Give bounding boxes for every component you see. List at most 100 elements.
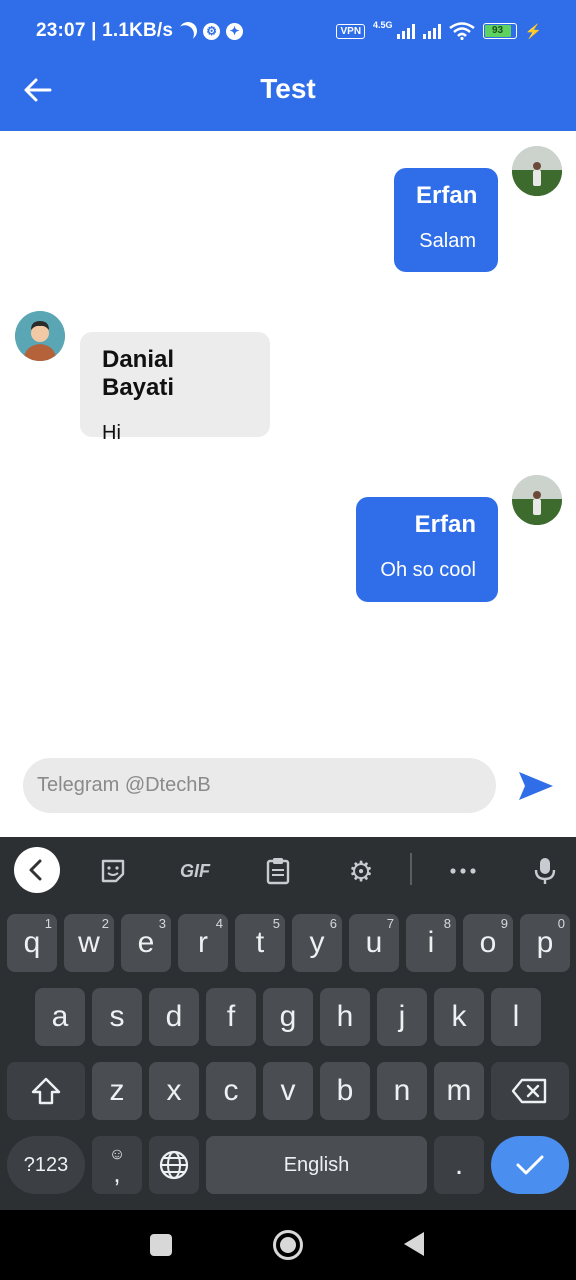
backspace-key[interactable] <box>491 1062 569 1120</box>
key-u[interactable]: u7 <box>349 914 399 972</box>
send-button[interactable] <box>515 768 557 804</box>
key-b[interactable]: b <box>320 1062 370 1120</box>
key-z[interactable]: z <box>92 1062 142 1120</box>
signal-icon <box>396 23 415 39</box>
key-label: f <box>226 1000 236 1033</box>
soft-keyboard: GIF ⚙ q1 w2 e3 r4 t5 y6 u7 i8 o9 p0 a s … <box>0 837 576 1210</box>
key-hint: 1 <box>44 916 52 931</box>
system-navigation-bar <box>0 1210 576 1280</box>
gif-label: GIF <box>180 860 210 881</box>
app-bar: 23:07 | 1.1KB/s ⚙ ✦ VPN 4.5G 93 ⚡ Test <box>0 0 576 131</box>
recents-button[interactable] <box>150 1234 172 1256</box>
key-c[interactable]: c <box>206 1062 256 1120</box>
avatar[interactable] <box>15 311 65 361</box>
person-photo-icon <box>512 475 562 525</box>
key-x[interactable]: x <box>149 1062 199 1120</box>
message-bubble-outgoing[interactable]: Erfan Oh so cool <box>356 497 498 602</box>
message-sender: Erfan <box>414 511 476 538</box>
status-time: 23:07 | 1.1KB/s <box>36 20 174 41</box>
keyboard-settings-button[interactable]: ⚙ <box>345 851 377 891</box>
moon-icon <box>177 19 200 42</box>
person-avatar-icon <box>15 311 65 361</box>
key-label: u <box>365 926 383 959</box>
key-label: v <box>280 1074 296 1107</box>
key-label: b <box>336 1074 354 1107</box>
microphone-icon <box>534 858 556 884</box>
key-m[interactable]: m <box>434 1062 484 1120</box>
settings-notification-icon: ⚙ <box>203 22 221 40</box>
key-label: e <box>137 926 155 959</box>
voice-input-button[interactable] <box>530 851 560 891</box>
period-key[interactable]: . <box>434 1136 484 1194</box>
key-n[interactable]: n <box>377 1062 427 1120</box>
back-nav-button[interactable] <box>404 1232 424 1256</box>
status-left: 23:07 | 1.1KB/s ⚙ ✦ <box>36 19 244 42</box>
key-y[interactable]: y6 <box>292 914 342 972</box>
key-f[interactable]: f <box>206 988 256 1046</box>
key-t[interactable]: t5 <box>235 914 285 972</box>
key-l[interactable]: l <box>491 988 541 1046</box>
more-horizontal-icon <box>450 868 476 874</box>
keyboard-toolbar: GIF ⚙ <box>0 837 576 905</box>
key-label: g <box>279 1000 297 1033</box>
key-p[interactable]: p0 <box>520 914 570 972</box>
keyboard-collapse-button[interactable] <box>14 847 60 893</box>
message-sender: Erfan <box>416 182 478 209</box>
network-type: 4.5G <box>373 19 393 30</box>
key-o[interactable]: o9 <box>463 914 513 972</box>
chevron-left-icon <box>29 859 42 881</box>
key-w[interactable]: w2 <box>64 914 114 972</box>
key-e[interactable]: e3 <box>121 914 171 972</box>
space-key[interactable]: English <box>206 1136 427 1194</box>
send-icon <box>519 772 553 800</box>
more-options-button[interactable] <box>446 851 480 891</box>
message-bubble-outgoing[interactable]: Erfan Salam <box>394 168 498 272</box>
key-label: , <box>113 1158 121 1188</box>
key-label: w <box>78 926 100 959</box>
key-k[interactable]: k <box>434 988 484 1046</box>
key-g[interactable]: g <box>263 988 313 1046</box>
key-label: m <box>446 1074 472 1107</box>
key-q[interactable]: q1 <box>7 914 57 972</box>
key-r[interactable]: r4 <box>178 914 228 972</box>
wifi-icon <box>448 22 475 40</box>
key-label: . <box>454 1148 464 1181</box>
key-label: i <box>427 926 435 959</box>
home-dot-icon <box>280 1237 296 1253</box>
emoji-comma-key[interactable]: ☺ , <box>92 1136 142 1194</box>
toolbar-divider <box>410 853 412 885</box>
gear-icon: ⚙ <box>348 855 374 887</box>
key-j[interactable]: j <box>377 988 427 1046</box>
message-bubble-incoming[interactable]: Danial Bayati Hi <box>80 332 270 444</box>
key-label: q <box>23 926 41 959</box>
home-button[interactable] <box>273 1230 303 1260</box>
key-i[interactable]: i8 <box>406 914 456 972</box>
key-s[interactable]: s <box>92 988 142 1046</box>
message-text: Hi <box>102 422 121 444</box>
key-hint: 8 <box>443 916 451 931</box>
key-hint: 7 <box>386 916 394 931</box>
key-hint: 5 <box>272 916 280 931</box>
key-hint: 0 <box>557 916 565 931</box>
key-label: English <box>283 1153 350 1176</box>
key-label: a <box>51 1000 69 1033</box>
gif-button[interactable]: GIF <box>172 851 218 891</box>
key-v[interactable]: v <box>263 1062 313 1120</box>
enter-key[interactable] <box>491 1136 569 1194</box>
shift-key[interactable] <box>7 1062 85 1120</box>
symbols-key[interactable]: ?123 <box>7 1136 85 1194</box>
language-key[interactable] <box>149 1136 199 1194</box>
key-hint: 3 <box>158 916 166 931</box>
battery-icon: 93 <box>482 23 517 39</box>
key-h[interactable]: h <box>320 988 370 1046</box>
key-d[interactable]: d <box>149 988 199 1046</box>
avatar[interactable] <box>512 146 562 196</box>
key-a[interactable]: a <box>35 988 85 1046</box>
sticker-button[interactable] <box>96 851 130 891</box>
clipboard-button[interactable] <box>262 851 294 891</box>
avatar[interactable] <box>512 475 562 525</box>
key-hint: 6 <box>329 916 337 931</box>
message-input[interactable] <box>23 758 496 813</box>
key-label: p <box>536 926 554 959</box>
key-label: ?123 <box>23 1153 69 1176</box>
